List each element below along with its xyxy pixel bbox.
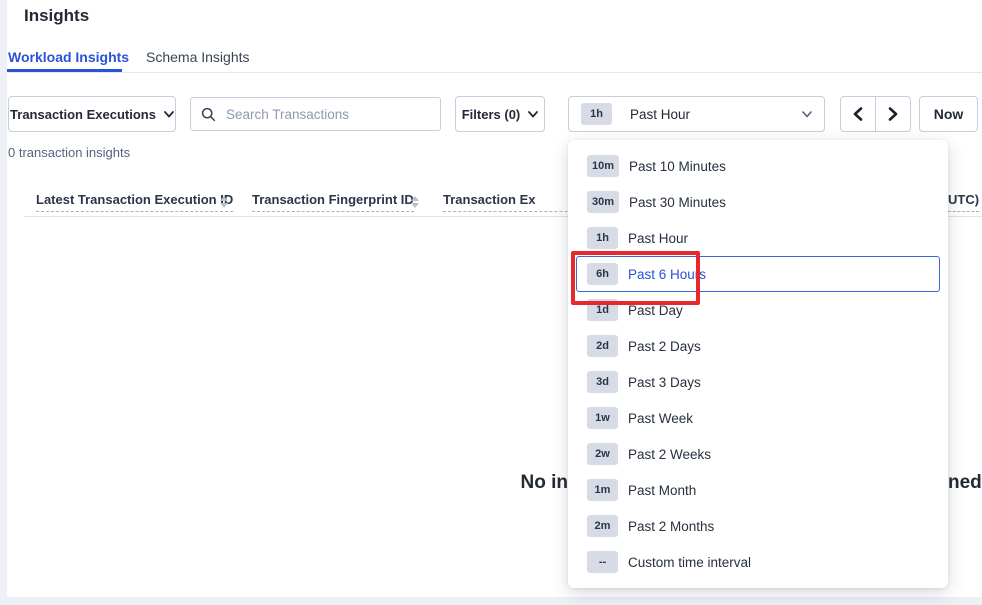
search-transactions-box[interactable] (190, 97, 441, 131)
tabs-divider (7, 72, 982, 73)
time-option-past-2-months[interactable]: 2m Past 2 Months (576, 508, 940, 544)
search-icon (201, 107, 216, 122)
column-header-latest-transaction-execution-id[interactable]: Latest Transaction Execution ID (36, 192, 233, 212)
column-header-transaction-execution[interactable]: Transaction Ex (443, 192, 568, 212)
chevron-right-icon (887, 107, 899, 121)
time-option-badge: 10m (587, 155, 619, 177)
column-header-start-time-utc[interactable]: UTC) (948, 192, 979, 212)
time-option-badge: 1d (587, 299, 618, 321)
time-range-dropdown-trigger[interactable]: 1h Past Hour (568, 96, 825, 132)
insights-count: 0 transaction insights (8, 145, 130, 160)
time-range-arrow-group (840, 96, 911, 132)
chevron-down-icon (802, 111, 812, 118)
filters-dropdown[interactable]: Filters (0) (455, 96, 545, 132)
time-option-past-day[interactable]: 1d Past Day (576, 292, 940, 328)
time-range-label: Past Hour (630, 107, 690, 122)
search-transactions-input[interactable] (224, 106, 430, 123)
time-option-badge: 2m (587, 515, 618, 537)
sort-icon[interactable] (411, 196, 419, 208)
tab-schema-insights[interactable]: Schema Insights (146, 49, 250, 65)
time-option-past-hour[interactable]: 1h Past Hour (576, 220, 940, 256)
view-select-dropdown[interactable]: Transaction Executions (8, 96, 176, 132)
chevron-left-icon (852, 107, 864, 121)
view-select-label: Transaction Executions (10, 107, 156, 122)
time-option-past-month[interactable]: 1m Past Month (576, 472, 940, 508)
time-range-next-button[interactable] (876, 97, 910, 131)
sort-icon[interactable] (220, 196, 228, 208)
time-range-prev-button[interactable] (841, 97, 876, 131)
time-option-past-2-days[interactable]: 2d Past 2 Days (576, 328, 940, 364)
time-option-past-6-hours[interactable]: 6h Past 6 Hours (576, 256, 940, 292)
empty-state-message-left: No in (300, 472, 568, 494)
time-option-past-30-minutes[interactable]: 30m Past 30 Minutes (576, 184, 940, 220)
now-button[interactable]: Now (919, 96, 978, 132)
page-title: Insights (24, 6, 89, 26)
time-option-badge: -- (587, 551, 618, 573)
time-option-badge: 3d (587, 371, 618, 393)
time-range-dropdown-menu: 10m Past 10 Minutes 30m Past 30 Minutes … (568, 140, 948, 588)
time-option-custom-time-interval[interactable]: -- Custom time interval (576, 544, 940, 580)
time-option-badge: 30m (587, 191, 619, 213)
tab-workload-insights[interactable]: Workload Insights (8, 49, 129, 65)
empty-state-message-right: ned. (948, 472, 982, 494)
time-option-badge: 2d (587, 335, 618, 357)
time-option-past-2-weeks[interactable]: 2w Past 2 Weeks (576, 436, 940, 472)
time-option-badge: 2w (587, 443, 618, 465)
chevron-down-icon (164, 111, 174, 118)
time-option-badge: 1m (587, 479, 618, 501)
time-option-past-10-minutes[interactable]: 10m Past 10 Minutes (576, 148, 940, 184)
column-header-transaction-fingerprint-id[interactable]: Transaction Fingerprint ID (252, 192, 414, 212)
time-option-badge: 1w (587, 407, 618, 429)
chevron-down-icon (528, 111, 538, 118)
time-option-badge: 1h (587, 227, 618, 249)
time-option-past-week[interactable]: 1w Past Week (576, 400, 940, 436)
time-range-badge: 1h (581, 103, 612, 125)
time-option-past-3-days[interactable]: 3d Past 3 Days (576, 364, 940, 400)
filters-label: Filters (0) (462, 107, 521, 122)
time-option-badge: 6h (587, 263, 618, 285)
